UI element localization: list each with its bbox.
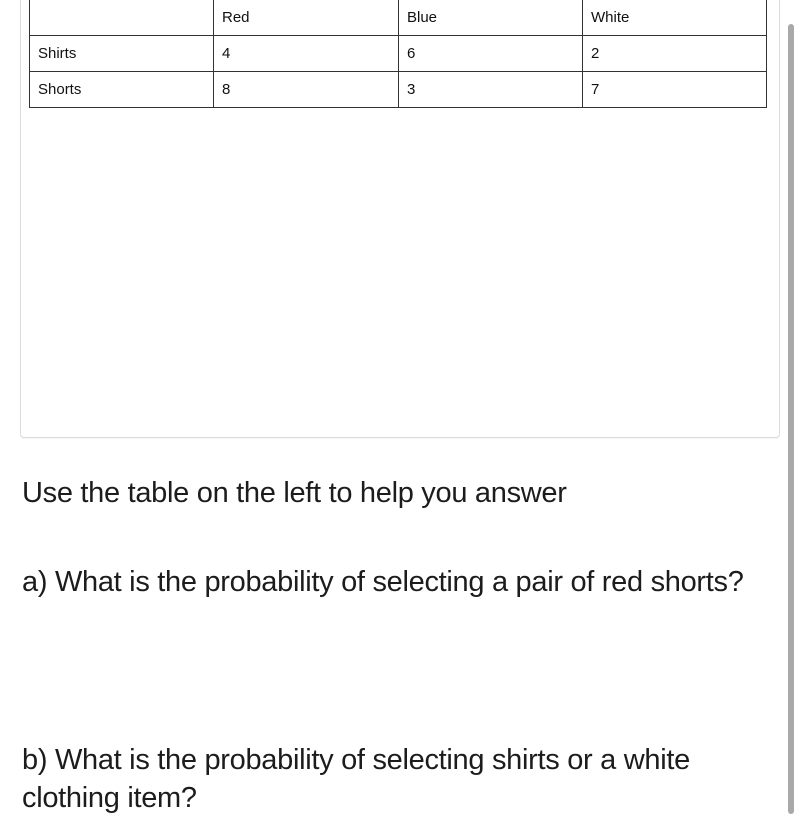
table-header-row: Red Blue White	[29, 0, 767, 36]
header-cell-blue: Blue	[398, 0, 583, 36]
cell-shirts-white: 2	[582, 35, 767, 72]
instructions-text: Use the table on the left to help you an…	[22, 477, 567, 509]
vertical-scrollbar[interactable]	[788, 24, 794, 814]
row-label-shirts: Shirts	[29, 35, 214, 72]
cell-shirts-red: 4	[213, 35, 399, 72]
question-b: b) What is the probability of selecting …	[22, 744, 690, 814]
cell-shorts-red: 8	[213, 71, 399, 108]
cell-shorts-blue: 3	[398, 71, 583, 108]
clothing-table: Red Blue White Shirts 4 6 2 Shorts 8 3 7	[29, 0, 767, 108]
row-label-shorts: Shorts	[29, 71, 214, 108]
table-row: Shorts 8 3 7	[29, 71, 767, 108]
header-cell-white: White	[582, 0, 767, 36]
cell-shirts-blue: 6	[398, 35, 583, 72]
header-cell-red: Red	[213, 0, 399, 36]
cell-shorts-white: 7	[582, 71, 767, 108]
table-row: Shirts 4 6 2	[29, 35, 767, 72]
question-a: a) What is the probability of selecting …	[22, 566, 744, 598]
header-cell-empty	[29, 0, 214, 36]
